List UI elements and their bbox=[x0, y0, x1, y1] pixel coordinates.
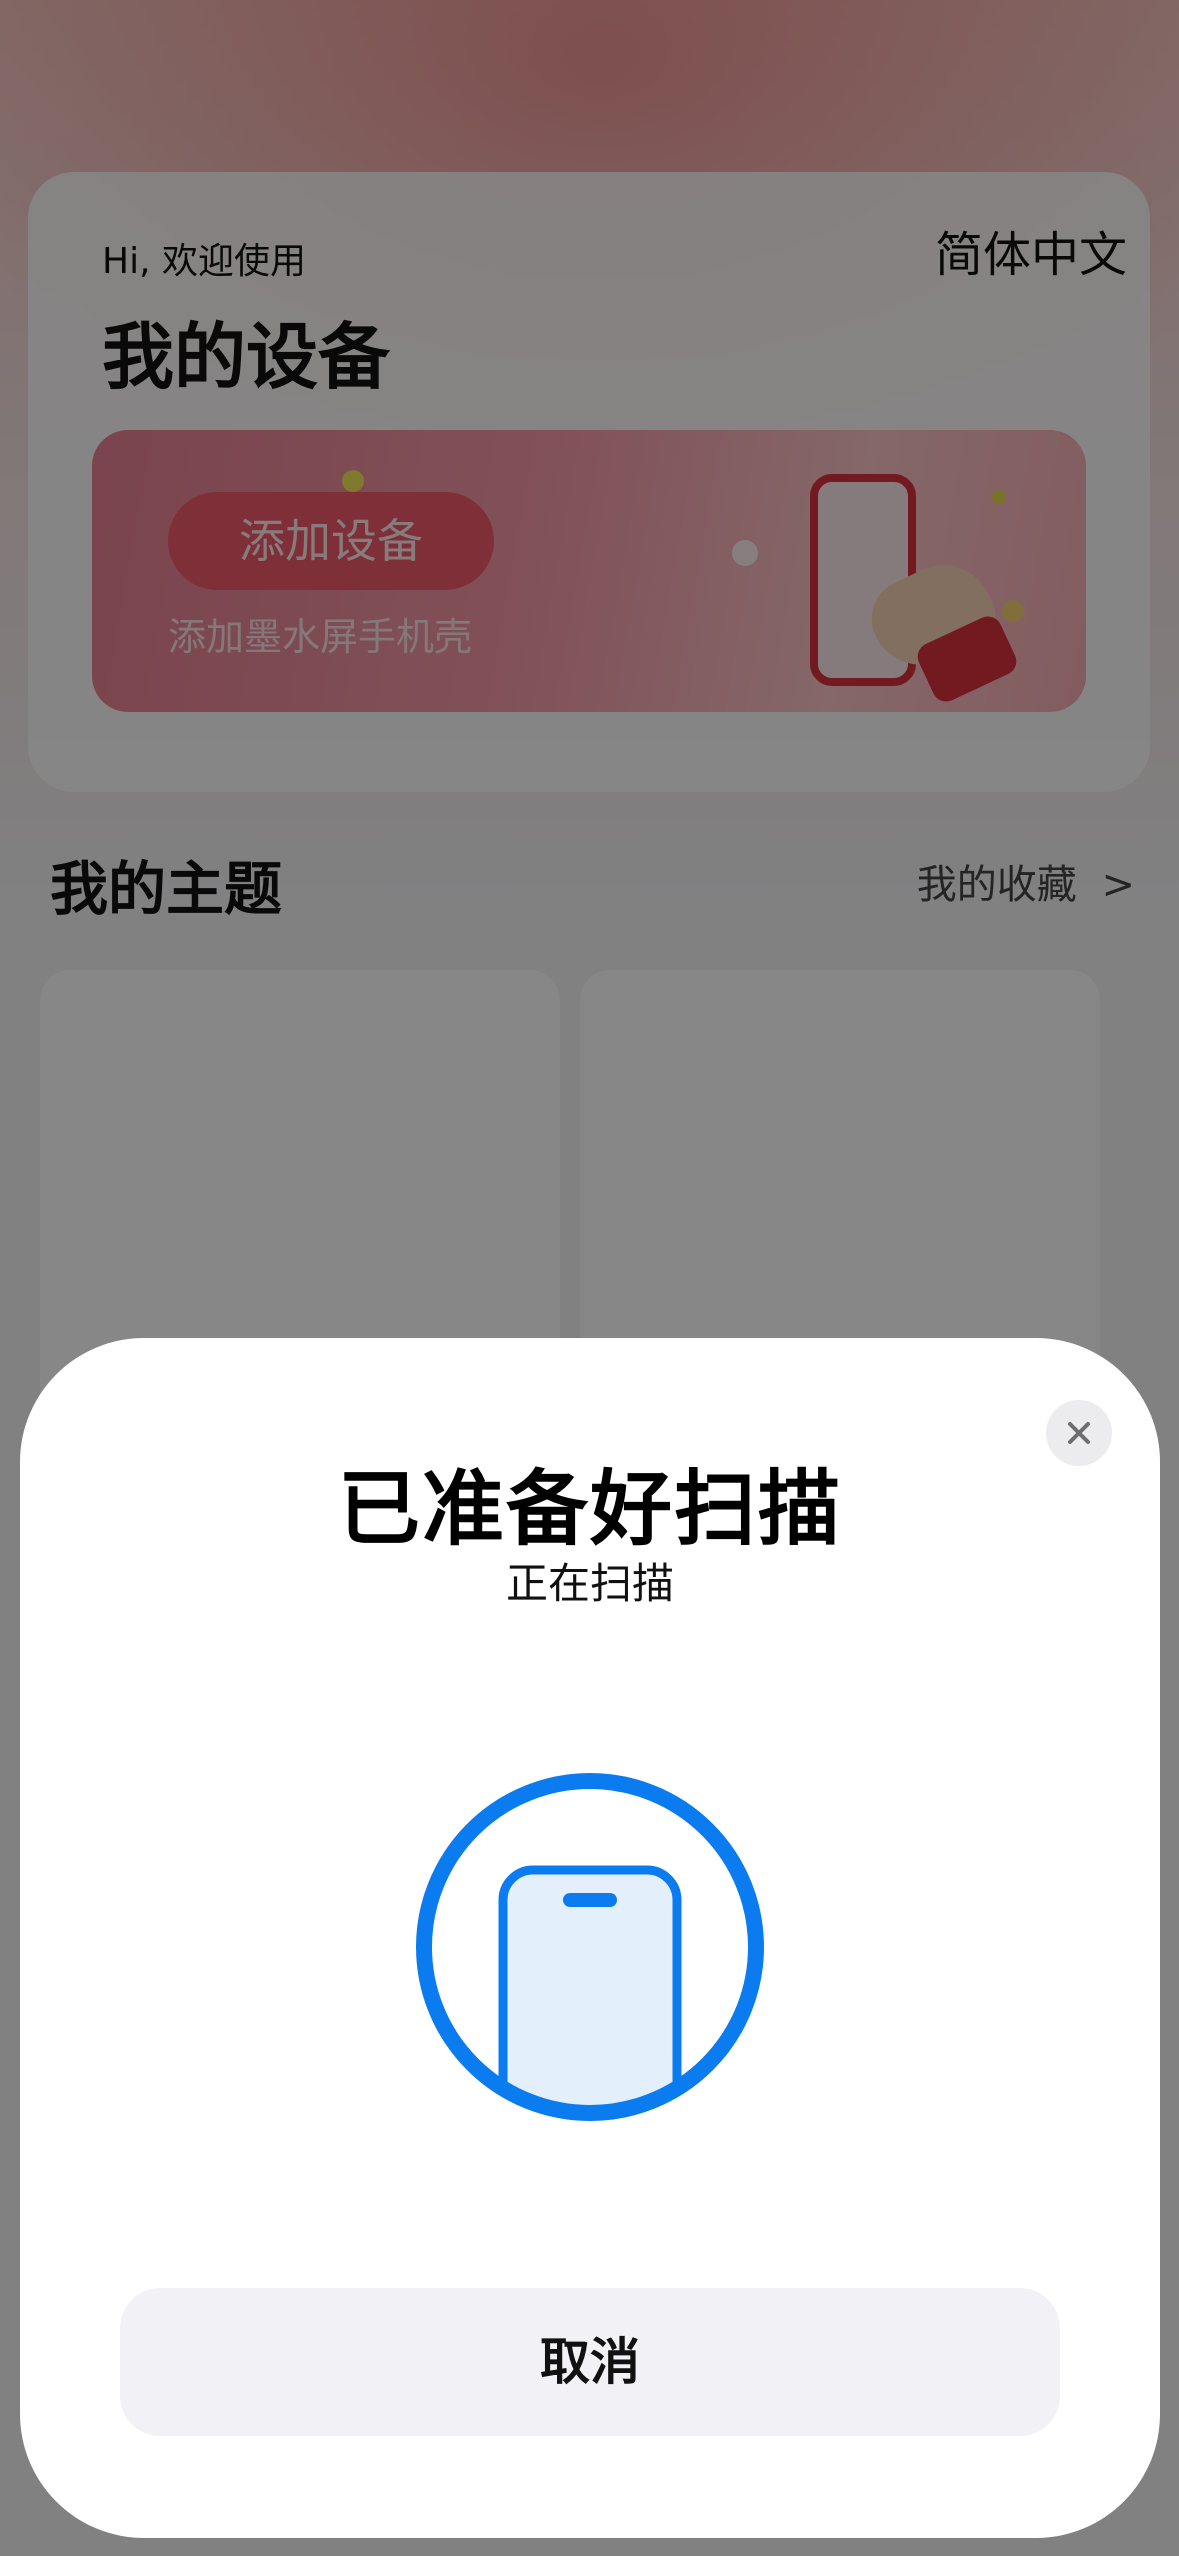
cancel-button[interactable]: 取消 bbox=[120, 2288, 1060, 2436]
sheet-subtitle: 正在扫描 bbox=[505, 1559, 674, 1608]
sheet-title: 已准备好扫描 bbox=[337, 1462, 842, 1557]
phone-in-circle-icon bbox=[416, 1773, 764, 2121]
nfc-scan-sheet: 已准备好扫描 正在扫描 取消 bbox=[20, 1338, 1160, 2538]
